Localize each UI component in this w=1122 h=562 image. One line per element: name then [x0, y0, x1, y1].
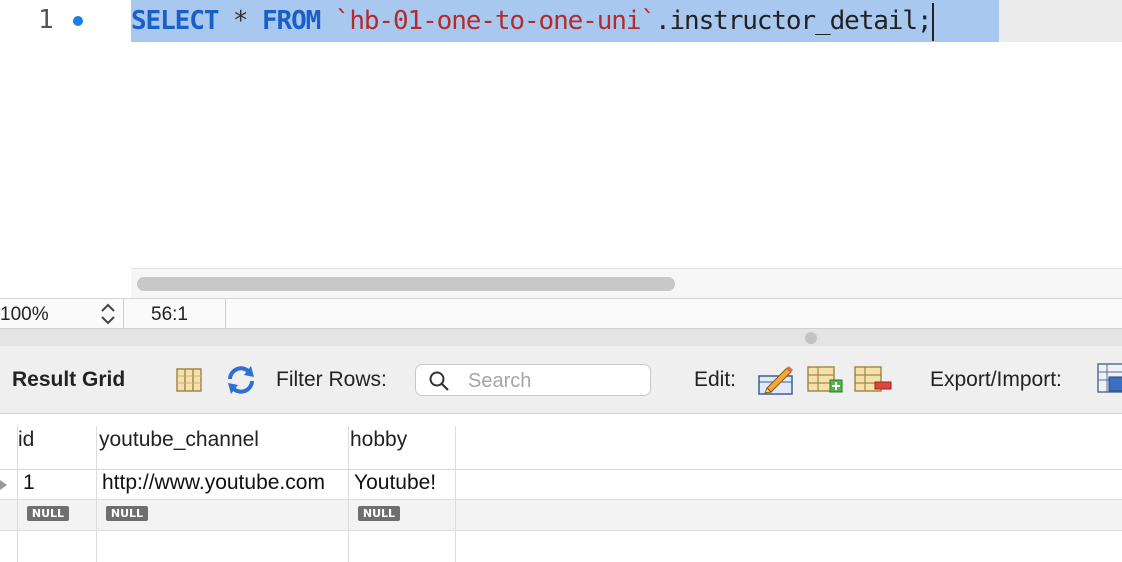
status-divider: [123, 299, 124, 329]
text-cursor: [932, 2, 935, 41]
result-grid: id youtube_channel hobby 1 http://www.yo…: [0, 414, 1122, 562]
horizontal-scrollbar[interactable]: [131, 268, 1122, 299]
edit-label: Edit:: [694, 368, 737, 391]
line-number: 1: [38, 5, 54, 35]
result-grid-title: Result Grid: [12, 368, 126, 391]
sql-keyword-select: SELECT: [131, 6, 219, 36]
null-badge[interactable]: NULL: [106, 506, 148, 521]
cell-youtube-channel[interactable]: http://www.youtube.com: [102, 471, 325, 495]
cursor-position: 56:1: [151, 304, 188, 325]
row-pointer-icon: [0, 480, 7, 490]
filter-rows-label: Filter Rows:: [276, 368, 387, 391]
cell-hobby[interactable]: Youtube!: [354, 471, 436, 495]
refresh-icon[interactable]: [224, 364, 258, 401]
sql-schema-name: `hb-01-one-to-one-uni`: [320, 6, 656, 36]
line-highlight: [999, 0, 1122, 42]
search-icon: [428, 370, 450, 397]
result-toolbar: Result Grid Filter Rows: Edit:: [0, 346, 1122, 414]
sql-editor[interactable]: 1 SELECT * FROM `hb-01-one-to-one-uni`.i…: [0, 0, 1122, 299]
sql-star: *: [218, 6, 262, 36]
column-header-youtube-channel[interactable]: youtube_channel: [99, 428, 259, 452]
table-row-empty: [0, 531, 1122, 561]
add-row-icon[interactable]: [806, 364, 844, 401]
splitter-handle[interactable]: [805, 332, 817, 344]
null-badge[interactable]: NULL: [27, 506, 69, 521]
column-divider: [17, 426, 18, 562]
panel-splitter[interactable]: [0, 328, 1122, 348]
export-icon[interactable]: [1097, 362, 1122, 401]
scrollbar-thumb[interactable]: [137, 277, 675, 291]
column-divider: [455, 426, 456, 562]
editor-status-bar: 100% 56:1: [0, 298, 1122, 329]
edit-pencil-icon[interactable]: [757, 362, 795, 401]
column-divider: [348, 426, 349, 562]
cell-id[interactable]: 1: [23, 471, 35, 495]
column-divider: [96, 426, 97, 562]
table-row[interactable]: NULL NULL NULL: [0, 500, 1122, 531]
grid-header: id youtube_channel hobby: [0, 414, 1122, 470]
breakpoint-dot-icon[interactable]: [73, 16, 83, 26]
export-import-label: Export/Import:: [930, 368, 1062, 391]
search-input[interactable]: [466, 367, 646, 395]
filter-search-box[interactable]: [415, 364, 651, 396]
sql-table-name: .instructor_detail;: [654, 6, 933, 36]
column-header-hobby[interactable]: hobby: [350, 428, 407, 452]
columns-icon[interactable]: [175, 366, 203, 399]
sql-keyword-from: FROM: [262, 6, 321, 36]
chevron-updown-icon[interactable]: [98, 302, 118, 326]
table-row[interactable]: 1 http://www.youtube.com Youtube!: [0, 469, 1122, 500]
delete-row-icon[interactable]: [853, 364, 893, 401]
zoom-level: 100%: [0, 304, 49, 325]
null-badge[interactable]: NULL: [358, 506, 400, 521]
status-divider: [225, 299, 226, 329]
column-header-id[interactable]: id: [18, 428, 34, 452]
code-line-selected[interactable]: SELECT * FROM `hb-01-one-to-one-uni`.ins…: [131, 0, 999, 42]
